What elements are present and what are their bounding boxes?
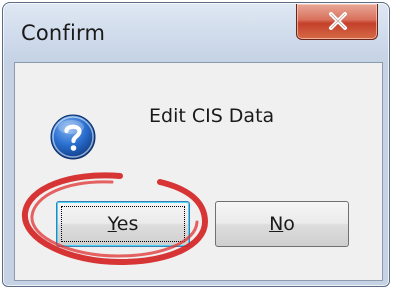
screenshot: Confirm Edit CIS Data Yes No	[0, 0, 394, 291]
dialog-body: Edit CIS Data Yes No	[14, 62, 383, 281]
confirm-dialog: Confirm Edit CIS Data Yes No	[2, 2, 390, 287]
yes-button-label: Yes	[107, 213, 139, 235]
dialog-message: Edit CIS Data	[149, 105, 275, 127]
close-icon	[329, 12, 347, 30]
no-button-label: No	[269, 213, 295, 235]
close-button[interactable]	[296, 4, 378, 40]
window-title: Confirm	[21, 21, 106, 45]
yes-button[interactable]: Yes	[56, 201, 190, 247]
question-icon	[50, 114, 96, 160]
no-button[interactable]: No	[215, 201, 349, 247]
